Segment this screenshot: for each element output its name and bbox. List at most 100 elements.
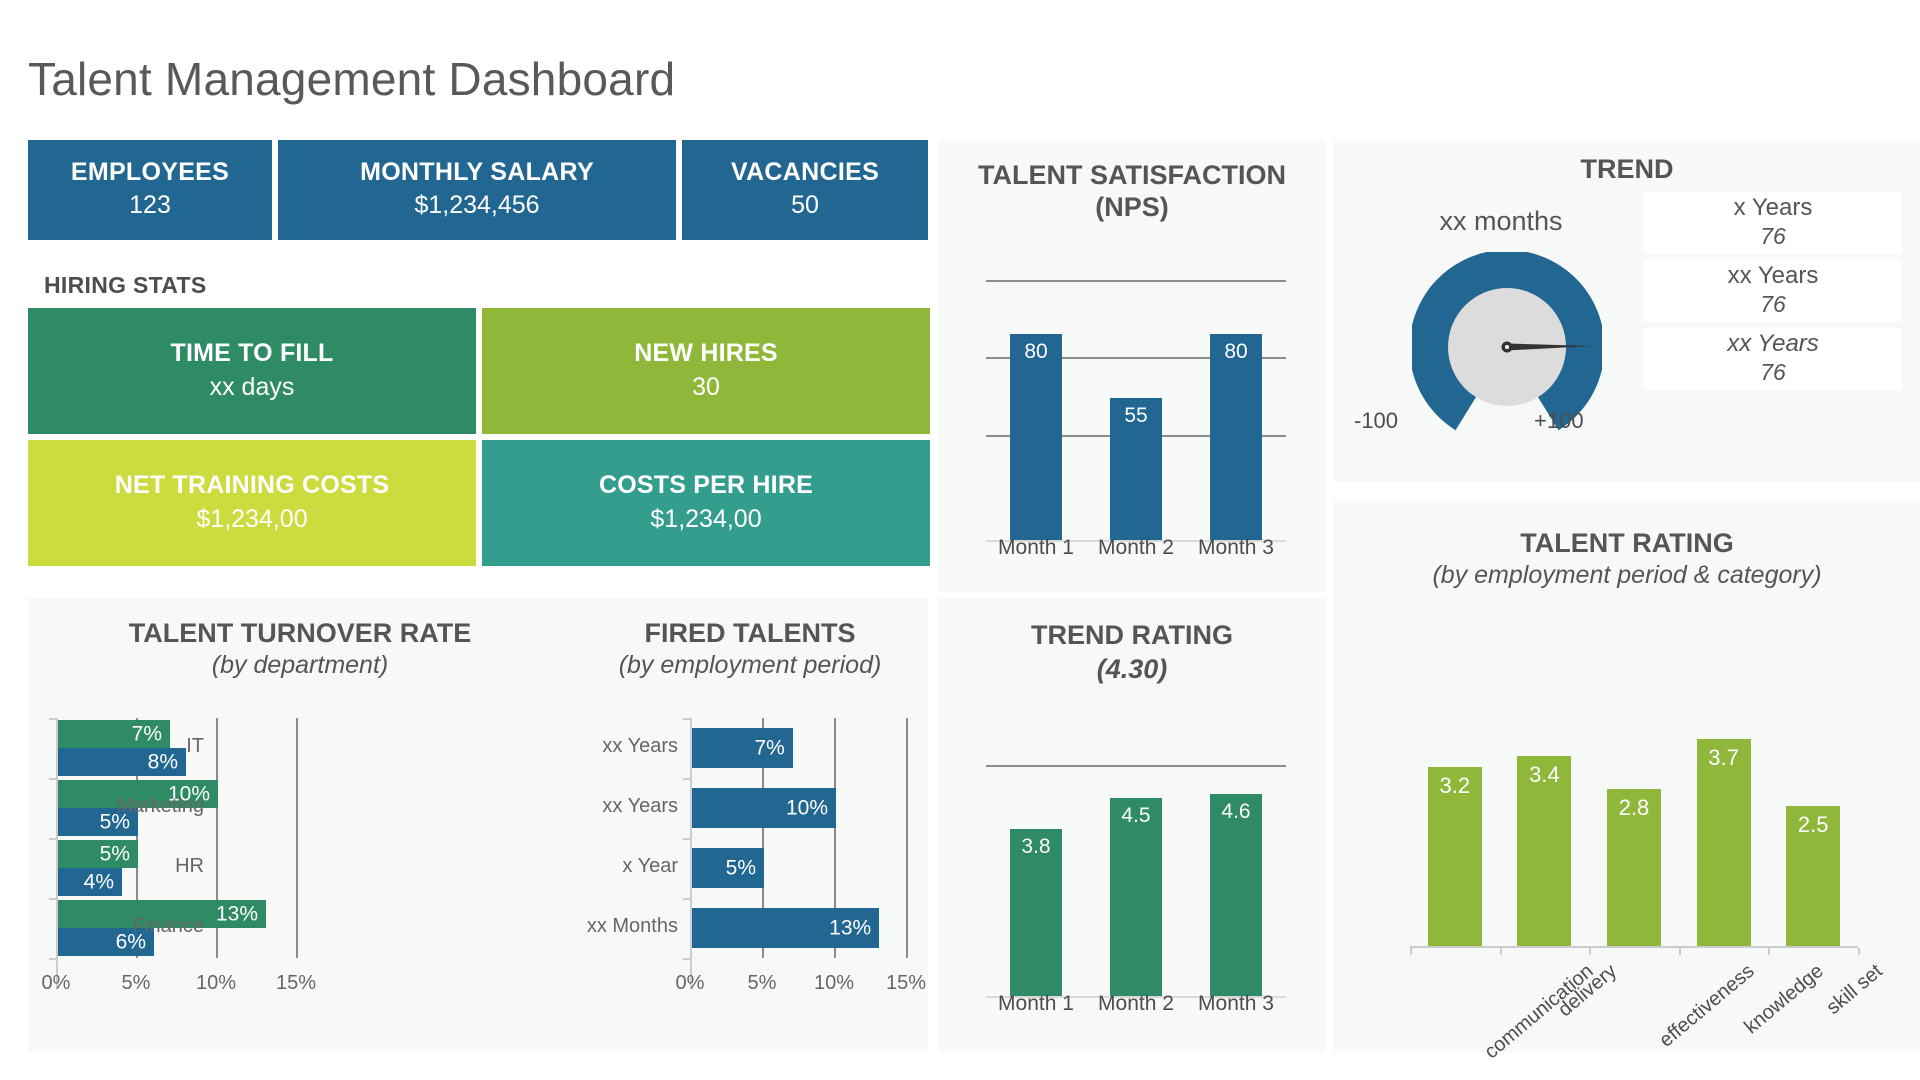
page-title: Talent Management Dashboard <box>28 53 676 105</box>
bar-value-label: 3.2 <box>1439 772 1471 798</box>
bar[interactable]: 80 <box>1210 333 1262 540</box>
turnover-subtitle: (by department) <box>211 650 389 679</box>
rating-subtitle: (by employment period & category) <box>1432 560 1822 589</box>
bar-value-label: 80 <box>1224 339 1248 363</box>
y-tick-label: x Year <box>622 855 678 877</box>
tile-costs-per-hire[interactable]: COSTS PER HIRE $1,234,00 <box>482 440 930 566</box>
x-tick-label: 0% <box>675 972 705 994</box>
y-tick <box>49 958 56 960</box>
bar[interactable]: 3.7 <box>1696 738 1751 946</box>
bar[interactable]: 13% <box>692 908 880 948</box>
bar[interactable]: 4.5 <box>1110 798 1162 996</box>
bar[interactable]: 3.8 <box>1010 828 1062 996</box>
bar[interactable]: 4.6 <box>1210 793 1262 996</box>
y-tick <box>683 958 690 960</box>
trend-rating-bars: 3.8 Month 1 4.5 Month 2 4.6 Month 3 <box>986 736 1286 1015</box>
trend-card-value: 76 <box>1760 290 1786 317</box>
bar[interactable]: 7% <box>692 728 793 768</box>
tile-label: TIME TO FILL <box>170 338 334 367</box>
tile-value: xx days <box>209 372 295 401</box>
gauge-min-label: -100 <box>1354 408 1399 433</box>
kpi-tile-monthly-salary[interactable]: MONTHLY SALARY $1,234,456 <box>278 140 676 240</box>
gauge-max-label: +100 <box>1534 408 1584 433</box>
trend-card[interactable]: x Years 76 <box>1644 192 1902 254</box>
bar-value-label: 5% <box>725 856 756 880</box>
bar[interactable]: 2.8 <box>1607 789 1661 946</box>
tile-label: NET TRAINING COSTS <box>114 470 390 499</box>
y-tick-label: xx Months <box>586 915 678 937</box>
x-tick-label: 15% <box>885 972 927 994</box>
y-tick <box>49 838 56 840</box>
nps-title: TALENT SATISFACTION <box>978 160 1286 190</box>
gridline <box>986 280 1286 282</box>
x-tick <box>1678 948 1681 955</box>
bar[interactable]: 4% <box>58 868 122 896</box>
hiring-stats-grid: TIME TO FILL xx days NEW HIRES 30 NET TR… <box>28 308 930 580</box>
talent-rating-chart: 3.2 communication 3.4 delivery 2.8 effectiven… <box>1410 668 1887 1063</box>
bar-value-label: 5% <box>99 842 130 866</box>
turnover-title: TALENT TURNOVER RATE <box>128 618 472 648</box>
tile-label: COSTS PER HIRE <box>599 470 813 499</box>
kpi-label: MONTHLY SALARY <box>360 158 594 187</box>
gridline <box>986 765 1286 768</box>
y-tick <box>49 898 56 900</box>
bar[interactable]: 2.5 <box>1786 806 1841 946</box>
bar-value-label: 4% <box>83 870 114 894</box>
bar[interactable]: 10% <box>692 788 836 828</box>
trend-card-label: x Years <box>1733 194 1813 222</box>
x-tick <box>1589 948 1592 955</box>
x-tick <box>1858 948 1860 955</box>
trend-card[interactable]: xx Years 76 <box>1644 328 1902 390</box>
x-tick-label: skill set <box>1822 960 1887 1020</box>
nps-bars: 80 Month 1 55 Month 2 80 Month 3 <box>986 264 1286 559</box>
bar[interactable]: 3.4 <box>1517 755 1572 946</box>
y-tick-label: xx Years <box>602 735 678 757</box>
hiring-stats-label: HIRING STATS <box>44 272 207 298</box>
bar[interactable]: 80 <box>1010 333 1062 540</box>
trend-rating-chart: 3.8 Month 1 4.5 Month 2 4.6 Month 3 <box>986 736 1286 1015</box>
kpi-tile-employees[interactable]: EMPLOYEES 123 <box>28 140 272 240</box>
bar[interactable]: 55 <box>1110 398 1162 540</box>
bar[interactable]: 8% <box>58 748 186 776</box>
bar-value-label: 13% <box>829 916 872 940</box>
bar[interactable]: 5% <box>692 848 764 888</box>
kpi-tile-vacancies[interactable]: VACANCIES 50 <box>682 140 928 240</box>
y-tick-label: Marketing <box>116 795 204 817</box>
trend-card-value: 76 <box>1760 222 1786 249</box>
x-tick-label: Month 3 <box>1198 992 1274 1015</box>
bar-value-label: 8% <box>147 750 178 774</box>
tile-time-to-fill[interactable]: TIME TO FILL xx days <box>28 308 476 434</box>
x-tick-label: Month 2 <box>1098 536 1174 559</box>
y-tick <box>683 898 690 900</box>
y-tick <box>683 838 690 840</box>
tile-new-hires[interactable]: NEW HIRES 30 <box>482 308 930 434</box>
nps-subtitle: (NPS) <box>1095 191 1169 222</box>
bar-value-label: 7% <box>754 736 785 760</box>
tile-value: $1,234,00 <box>196 504 308 533</box>
trend-rating-title: TREND RATING <box>1031 620 1233 650</box>
bar-value-label: 2.8 <box>1618 795 1650 821</box>
bar[interactable]: 7% <box>58 720 170 748</box>
bar[interactable]: 3.2 <box>1427 766 1482 946</box>
x-tick <box>1499 948 1502 955</box>
dashboard-page: Talent Management Dashboard EMPLOYEES 12… <box>0 0 1920 1080</box>
trend-card[interactable]: xx Years 76 <box>1644 260 1902 322</box>
fired-title: FIRED TALENTS <box>644 618 856 648</box>
tile-net-training-costs[interactable]: NET TRAINING COSTS $1,234,00 <box>28 440 476 566</box>
bar[interactable]: 5% <box>58 840 138 868</box>
panel-talent-satisfaction: TALENT SATISFACTION (NPS) 80 Month 1 55 Mon… <box>938 140 1326 592</box>
tile-value: $1,234,00 <box>650 504 762 533</box>
fired-chart: 7% xx Years 10% xx Years 5% x Year 13% xx Month… <box>587 718 926 994</box>
x-tick-label: Month 3 <box>1198 536 1274 559</box>
fired-subtitle: (by employment period) <box>618 650 882 679</box>
x-tick-label: 10% <box>195 972 237 994</box>
bar-value-label: 2.5 <box>1797 812 1829 837</box>
x-tick-label: effectiveness <box>1655 960 1759 1052</box>
x-tick <box>1410 948 1412 955</box>
trend-rating-subtitle: (4.30) <box>1096 653 1168 684</box>
panel-trend-rating: TREND RATING (4.30) 3.8 Month 1 4.5 Month 2… <box>938 598 1326 1052</box>
x-tick <box>1768 948 1771 955</box>
kpi-value: 50 <box>791 191 819 220</box>
bar-value-label: 3.7 <box>1708 744 1739 770</box>
bar-value-label: 3.4 <box>1529 761 1560 787</box>
